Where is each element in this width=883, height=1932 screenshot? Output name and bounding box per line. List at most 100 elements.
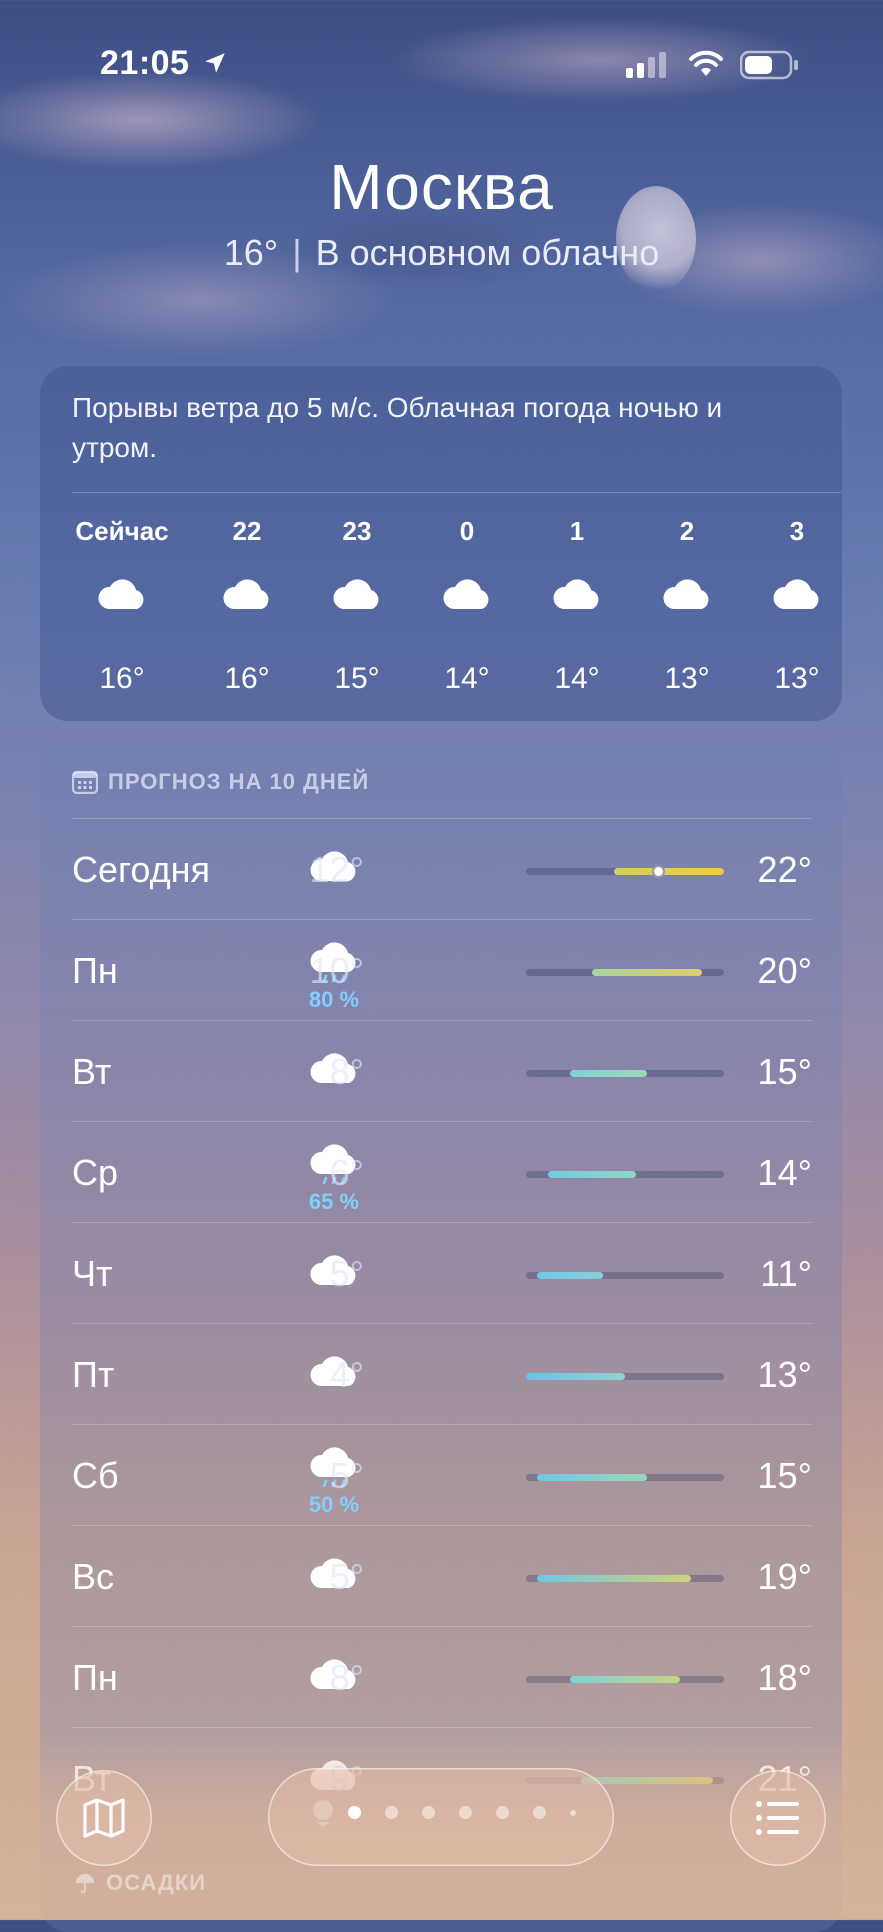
hour-icon-wrap [202,550,292,640]
hourly-forecast-card[interactable]: Порывы ветра до 5 м/с. Облачная погода н… [40,366,842,721]
hourly-item: Сейчас 16° [72,516,172,696]
day-name: Ср [72,1152,119,1193]
page-dot[interactable] [422,1806,435,1819]
temperature-range-fill [526,1373,625,1380]
low-temperature: 8° [329,1051,364,1092]
location-page-icon [313,1800,333,1827]
high-temperature: 15° [757,1051,812,1092]
hourly-item: 1 14° [532,516,622,696]
temperature-range-fill [592,969,702,976]
day-row[interactable]: Пн 8° 18° [72,1626,812,1728]
map-icon [83,1798,125,1838]
hour-icon-wrap [642,550,732,640]
low-temperature: 6° [329,1152,364,1193]
day-row[interactable]: Сб 50 % 5° 15° [72,1424,812,1526]
hour-label: 2 [679,516,695,546]
ten-day-header: ПРОГНОЗ НА 10 ДНЕЙ [72,764,369,800]
day-row[interactable]: Вс 5° 19° [72,1525,812,1627]
high-temperature: 11° [760,1253,812,1294]
hourly-item: 2 13° [642,516,732,696]
day-row[interactable]: Чт 5° 11° [72,1222,812,1324]
hour-temperature: 16° [99,662,145,695]
day-row[interactable]: Сегодня 12° 22° [72,818,812,920]
day-name: Сегодня [72,849,210,890]
location-arrow-icon [205,53,225,73]
page-indicator[interactable] [268,1768,614,1866]
day-row[interactable]: Пт 4° 13° [72,1323,812,1425]
hour-icon-wrap [422,550,512,640]
temperature-range-fill [614,868,724,875]
temperature-range-bar [526,1373,724,1380]
day-row[interactable]: Ср 65 % 6° 14° [72,1121,812,1223]
map-button[interactable] [56,1770,152,1866]
hour-label: 23 [342,516,372,546]
calendar-icon [72,770,98,794]
hour-icon-wrap [752,550,842,640]
temperature-range-bar [526,969,724,976]
high-temperature: 20° [757,950,812,991]
low-temperature: 5° [329,1253,364,1294]
high-temperature: 22° [757,849,812,890]
low-temperature: 4° [329,1354,364,1395]
temperature-range-bar [526,865,724,878]
hour-icon-wrap [72,550,172,640]
page-dot[interactable] [570,1809,576,1816]
city-list-button[interactable] [730,1770,826,1866]
day-row[interactable]: Пн 80 % 10° 20° [72,919,812,1021]
list-icon [756,1801,799,1835]
page-dots [348,1806,576,1819]
divider [72,492,842,493]
day-name: Пн [72,950,118,991]
hour-temperature: 14° [444,662,490,695]
temperature-range-bar [526,1171,724,1178]
hourly-item: 0 14° [422,516,512,696]
high-temperature: 19° [757,1556,812,1597]
cloud-icon [663,579,709,609]
page-dot[interactable] [533,1806,546,1819]
high-temperature: 15° [757,1455,812,1496]
day-name: Вс [72,1556,115,1597]
low-temperature: 5° [329,1455,364,1496]
cellular-signal-icon [626,52,666,78]
day-name: Пн [72,1657,118,1698]
page-dot[interactable] [496,1806,509,1819]
page-dot[interactable] [385,1806,398,1819]
hour-temperature: 16° [224,662,270,695]
day-name: Сб [72,1455,119,1496]
temperature-range-fill [548,1171,636,1178]
cloud-icon [333,579,379,609]
low-temperature: 5° [329,1556,364,1597]
temperature-range-fill [537,1474,647,1481]
hour-label: Сейчас [75,516,169,546]
cloud-icon [443,579,489,609]
high-temperature: 14° [757,1152,812,1193]
hour-temperature: 15° [334,662,380,695]
hour-temperature: 13° [664,662,710,695]
current-temperature: 16° [223,232,279,273]
current-summary: 16° | В основном облачно [0,232,883,274]
cloud-icon [98,579,144,609]
day-name: Чт [72,1253,113,1294]
temperature-range-bar [526,1070,724,1077]
wifi-icon [689,50,723,76]
cloud-icon [223,579,269,609]
cloud-icon [553,579,599,609]
hour-temperature: 14° [554,662,600,695]
ten-day-header-label: ПРОГНОЗ НА 10 ДНЕЙ [108,769,370,794]
hourly-item: 3 13° [752,516,842,696]
status-bar: 21:05 [0,44,883,84]
battery-icon [740,50,798,80]
temperature-range-bar [526,1676,724,1683]
precipitation-section-header: ОСАДКИ [74,1870,206,1896]
low-temperature: 8° [329,1657,364,1698]
temperature-range-fill [537,1272,603,1279]
hour-label: 3 [789,516,805,546]
temperature-range-fill [570,1676,680,1683]
high-temperature: 13° [757,1354,812,1395]
city-name: Москва [329,151,554,223]
page-dot[interactable] [348,1806,361,1819]
day-name: Пт [72,1354,115,1395]
day-row[interactable]: Вт 8° 15° [72,1020,812,1122]
hour-label: 0 [459,516,475,546]
page-dot[interactable] [459,1806,472,1819]
